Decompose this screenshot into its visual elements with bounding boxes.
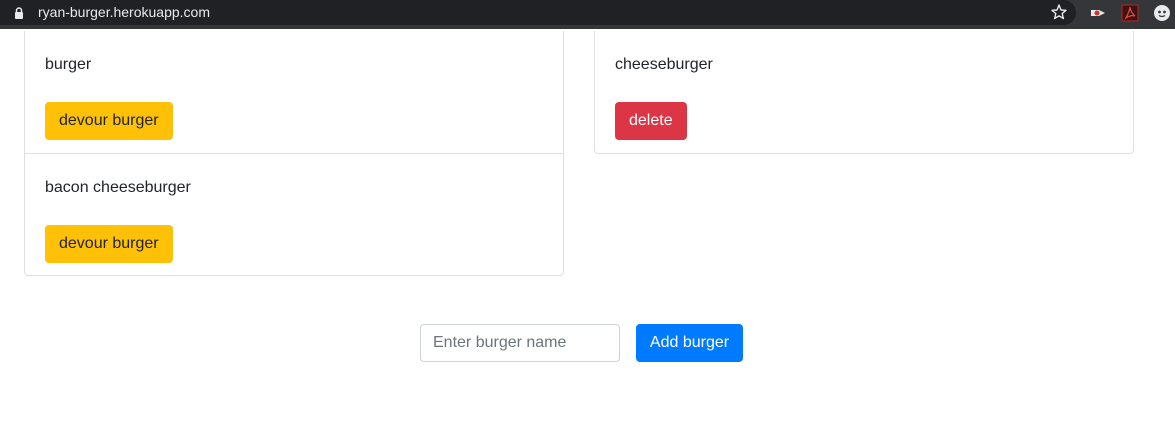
delete-burger-button[interactable]: delete bbox=[615, 102, 687, 140]
browser-toolbar: ryan-burger.herokuapp.com bbox=[0, 0, 1175, 29]
add-burger-button[interactable]: Add burger bbox=[636, 324, 743, 362]
lock-icon[interactable] bbox=[12, 6, 26, 20]
burger-name-input[interactable] bbox=[420, 324, 620, 362]
devour-burger-button[interactable]: devour burger bbox=[45, 102, 173, 140]
address-bar[interactable]: ryan-burger.herokuapp.com bbox=[0, 0, 1076, 25]
pdf-extension-icon[interactable] bbox=[1121, 4, 1139, 22]
burger-list-item: cheeseburger delete bbox=[595, 31, 1133, 153]
burger-list-item: bacon cheeseburger devour burger bbox=[25, 153, 563, 275]
burger-list-item: burger devour burger bbox=[25, 31, 563, 153]
burger-name: cheeseburger bbox=[615, 56, 713, 73]
devour-burger-button[interactable]: devour burger bbox=[45, 225, 173, 263]
burger-name: burger bbox=[45, 56, 92, 73]
burger-name: bacon cheeseburger bbox=[45, 179, 191, 196]
url-text[interactable]: ryan-burger.herokuapp.com bbox=[38, 4, 210, 21]
profile-avatar-icon[interactable] bbox=[1153, 4, 1171, 22]
not-devoured-burgers-list: burger devour burger bacon cheeseburger … bbox=[24, 31, 564, 276]
extension-icon[interactable] bbox=[1089, 4, 1107, 22]
devoured-burgers-list: cheeseburger delete bbox=[594, 31, 1134, 154]
bookmark-star-icon[interactable] bbox=[1050, 3, 1068, 21]
